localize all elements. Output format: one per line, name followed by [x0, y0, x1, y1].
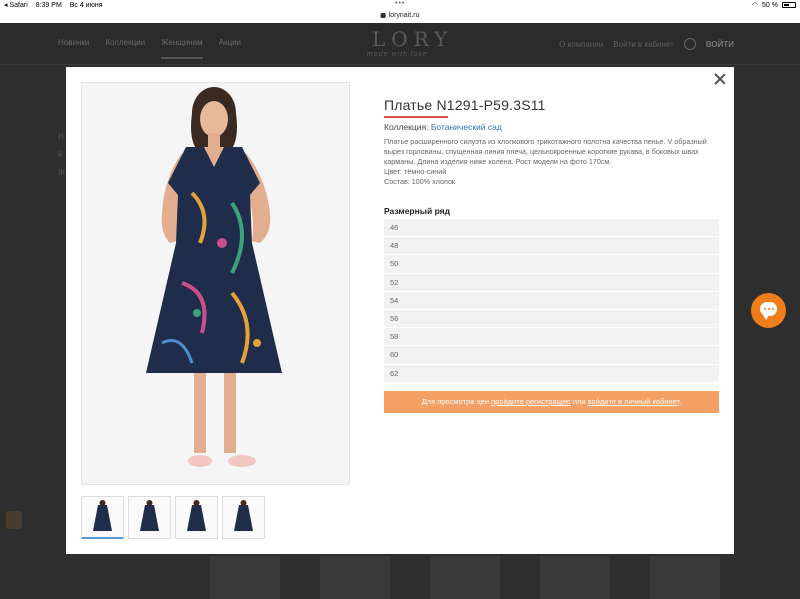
bg-product-card — [430, 556, 500, 599]
status-left: ◂ Safari 8:39 PM Вс 4 июня — [4, 1, 109, 9]
register-link[interactable]: пройдите регистрацию — [491, 397, 571, 406]
model-dress-image — [82, 83, 349, 484]
battery-icon — [782, 2, 796, 8]
size-row: 46 — [384, 219, 719, 238]
thumb-dress-image — [93, 500, 112, 531]
logo-tagline: made with love — [367, 51, 428, 58]
price-notice: Для просмотра цен пройдите регистрацию и… — [384, 391, 719, 413]
nav-item-women[interactable]: Женщинам — [161, 38, 203, 59]
collection-link[interactable]: Ботанический сад — [431, 122, 502, 132]
size-row: 58 — [384, 328, 719, 347]
image-thumbnails — [81, 496, 265, 539]
multitask-dots-icon[interactable]: ••• — [395, 0, 405, 7]
about-link[interactable]: О компании — [559, 40, 603, 49]
thumb-dress-image — [140, 500, 159, 531]
product-collection: Коллекция: Ботанический сад — [384, 122, 502, 132]
description-text: Платье расширенного силуэта из хлопковог… — [384, 137, 707, 167]
size-row: 52 — [384, 273, 719, 292]
header-actions: О компании Войти в кабинет ВОЙТИ — [559, 38, 734, 50]
bg-product-card — [320, 556, 390, 599]
nav-item-sales[interactable]: Акции — [219, 38, 241, 59]
bg-product-card — [650, 556, 720, 599]
chat-bubble-icon — [760, 302, 777, 320]
thumb-dress-image — [234, 500, 253, 531]
back-to-app[interactable]: ◂ Safari — [4, 2, 28, 9]
thumbnail-3[interactable] — [175, 496, 218, 539]
url-text: lorynait.ru — [388, 12, 420, 19]
user-icon[interactable] — [683, 38, 696, 50]
product-main-image[interactable] — [81, 82, 350, 485]
sizes-heading: Размерный ряд — [384, 206, 451, 216]
chat-widget-button[interactable] — [751, 293, 786, 328]
background-sidebar: Н К Ж — [58, 128, 65, 182]
title-underline — [384, 116, 448, 118]
chat-dots — [764, 308, 774, 310]
product-composition: Состав: 100% хлопок — [384, 177, 456, 187]
background-products — [210, 556, 720, 599]
address-bar[interactable]: lorynait.ru — [0, 11, 800, 23]
size-row: 60 — [384, 346, 719, 365]
product-modal: Платье N1291-P59.3S11 Коллекция: Ботанич… — [66, 67, 734, 554]
price-notice-prefix: Для просмотра цен — [421, 397, 492, 406]
size-row: 54 — [384, 291, 719, 310]
status-right: ◠ 50 % — [752, 1, 796, 9]
login-cabinet-link[interactable]: войдите в личный кабинет — [588, 397, 680, 406]
status-bar: ◂ Safari 8:39 PM Вс 4 июня ••• ◠ 50 % — [0, 0, 800, 11]
clock: 8:39 PM — [35, 2, 62, 9]
price-notice-middle: или — [570, 397, 588, 406]
thumbnail-4[interactable] — [222, 496, 265, 539]
close-icon[interactable] — [712, 71, 728, 87]
lock-icon — [380, 13, 386, 18]
product-description: Платье расширенного силуэта из хлопковог… — [384, 137, 722, 187]
login-button[interactable]: ВОЙТИ — [706, 40, 734, 49]
bg-product-card — [210, 556, 280, 599]
battery-percent: 50 % — [762, 1, 778, 9]
cabinet-link[interactable]: Войти в кабинет — [613, 40, 674, 49]
size-row: 62 — [384, 364, 719, 383]
collection-label: Коллекция: — [384, 122, 429, 132]
site-header: Новинки Коллекции Женщинам Акции LORY ma… — [0, 23, 800, 65]
thumbnail-2[interactable] — [128, 496, 171, 539]
size-row: 56 — [384, 309, 719, 329]
size-row: 48 — [384, 237, 719, 256]
size-table: 46 48 50 52 54 56 58 60 62 — [384, 219, 719, 383]
bg-product-card — [540, 556, 610, 599]
nav-item-collections[interactable]: Коллекции — [105, 38, 145, 59]
url-display[interactable]: lorynait.ru — [380, 12, 420, 19]
site-logo[interactable]: LORY — [372, 27, 453, 51]
scroll-up-icon[interactable] — [6, 511, 22, 529]
bg-side-link: Ж — [58, 168, 66, 177]
size-row: 50 — [384, 255, 719, 274]
main-nav: Новинки Коллекции Женщинам Акции — [58, 38, 241, 59]
date: Вс 4 июня — [69, 2, 103, 9]
thumb-dress-image — [187, 500, 206, 531]
bg-side-link: Н — [58, 132, 64, 141]
product-color: Цвет: тёмно-синий — [384, 167, 447, 177]
price-notice-suffix: . — [679, 397, 682, 406]
wifi-icon: ◠ — [751, 2, 759, 9]
nav-item-new[interactable]: Новинки — [58, 38, 89, 59]
bg-side-link: К — [58, 150, 63, 159]
product-title: Платье N1291-P59.3S11 — [384, 97, 546, 113]
thumbnail-1[interactable] — [81, 496, 124, 539]
